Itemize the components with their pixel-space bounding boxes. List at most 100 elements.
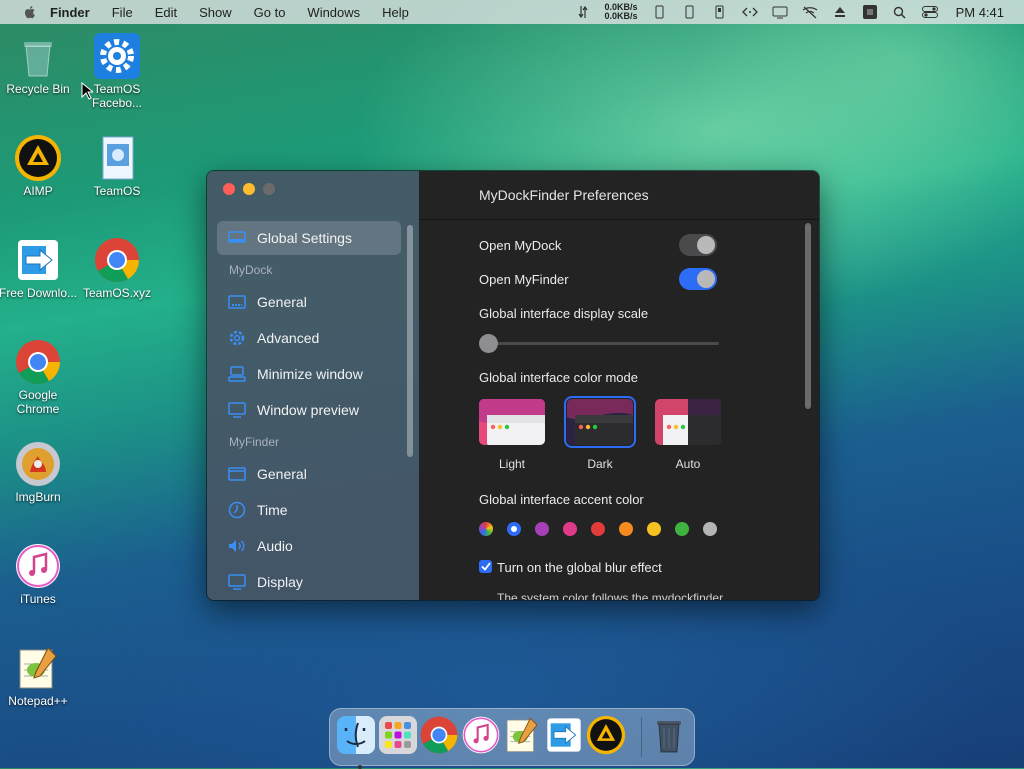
display-icon (227, 572, 247, 592)
open-myfinder-label: Open MyFinder (479, 272, 569, 287)
sidebar-item-display[interactable]: Display (217, 565, 401, 599)
dock-separator (641, 717, 642, 757)
accent-color-yellow[interactable] (647, 522, 661, 536)
running-indicator (358, 765, 362, 769)
search-icon[interactable] (892, 5, 908, 19)
color-mode-auto[interactable] (655, 399, 721, 445)
sidebar-item-mydock-general[interactable]: General (217, 285, 401, 319)
sidebar-item-time[interactable]: Time (217, 493, 401, 527)
selected-indicator (511, 526, 517, 532)
menu-show[interactable]: Show (199, 5, 232, 20)
sidebar-item-label: Audio (257, 538, 293, 554)
sidebar-scrollbar[interactable] (407, 225, 413, 457)
monitor-icon (227, 228, 247, 248)
chrome-icon (14, 338, 62, 386)
accent-color-purple[interactable] (535, 522, 549, 536)
gear-icon (227, 328, 247, 348)
sidebar-item-audio[interactable]: Audio (217, 529, 401, 563)
app-tray-icon[interactable] (862, 5, 878, 19)
dock-app-itunes[interactable] (461, 715, 501, 755)
display-scale-track[interactable] (487, 342, 719, 345)
desktop-icon-imgburn[interactable]: ImgBurn (0, 440, 78, 504)
blur-effect-checkbox[interactable] (479, 560, 492, 573)
accent-color-multicolor[interactable] (479, 522, 493, 536)
minimize-button[interactable] (243, 183, 255, 195)
desktop-icon-aimp[interactable]: AIMP (0, 134, 78, 198)
code-icon[interactable] (741, 5, 758, 19)
menu-edit[interactable]: Edit (155, 5, 177, 20)
apple-menu-icon[interactable] (22, 4, 38, 20)
recycle-bin-icon (14, 32, 62, 80)
desktop-icon-notepadpp[interactable]: Notepad++ (0, 644, 78, 708)
desktop-icon-itunes[interactable]: iTunes (0, 542, 78, 606)
desktop-icon-teamos-xyz[interactable]: TeamOS.xyz (77, 236, 157, 300)
dock-app-trash[interactable] (649, 715, 689, 755)
window-controls (223, 183, 275, 195)
preferences-window: Global Settings MyDock General Advanced … (206, 170, 820, 601)
accent-color-red[interactable] (591, 522, 605, 536)
sidebar-item-label: Minimize window (257, 366, 363, 382)
sidebar-section-mydock: MyDock (229, 263, 273, 277)
desktop-icon-teamos[interactable]: TeamOS (77, 134, 157, 198)
blur-effect-label: Turn on the global blur effect (497, 560, 662, 575)
desktop-icon-recycle-bin[interactable]: Recycle Bin (0, 32, 78, 96)
color-mode-auto-label: Auto (675, 457, 701, 471)
dock-app-free-download-manager[interactable] (544, 715, 584, 755)
monitor-icon[interactable] (772, 5, 788, 19)
dock-app-launchpad[interactable] (378, 715, 418, 755)
sidebar-item-advanced[interactable]: Advanced (217, 321, 401, 355)
accent-color-green[interactable] (675, 522, 689, 536)
content-scrollbar[interactable] (805, 223, 811, 409)
sidebar-item-myfinder-general[interactable]: General (217, 457, 401, 491)
menu-windows[interactable]: Windows (307, 5, 360, 20)
phone-icon[interactable] (652, 5, 668, 19)
dock-app-aimp[interactable] (586, 715, 626, 755)
accent-color-pink[interactable] (563, 522, 577, 536)
sidebar-section-myfinder: MyFinder (229, 435, 280, 449)
control-center-icon[interactable] (921, 5, 938, 19)
desktop-icon-free-download[interactable]: Free Downlo... (0, 236, 78, 300)
gear-icon (93, 32, 141, 80)
wifi-off-icon[interactable] (802, 5, 818, 19)
notepad-icon (506, 717, 538, 753)
aimp-icon (14, 134, 62, 182)
phone-icon-3[interactable] (712, 5, 728, 19)
dock-app-notepadpp[interactable] (502, 715, 542, 755)
network-speed: 0.0KB/s 0.0KB/s (605, 3, 638, 21)
accent-color-graphite[interactable] (703, 522, 717, 536)
dock-app-finder[interactable] (336, 715, 376, 769)
desktop-icon-google-chrome[interactable]: Google Chrome (0, 338, 78, 416)
phone-icon-2[interactable] (682, 5, 698, 19)
zoom-button[interactable] (263, 183, 275, 195)
eject-icon[interactable] (832, 5, 848, 19)
sidebar-item-label: Window preview (257, 402, 359, 418)
music-icon (14, 542, 62, 590)
chrome-icon (420, 716, 458, 754)
display-scale-slider[interactable] (479, 334, 498, 353)
sidebar-item-window-preview[interactable]: Window preview (217, 393, 401, 427)
open-mydock-toggle[interactable] (679, 234, 717, 256)
menu-file[interactable]: File (112, 5, 133, 20)
menu-goto[interactable]: Go to (254, 5, 286, 20)
accent-color-blue[interactable] (507, 522, 521, 536)
sidebar-item-minimize-window[interactable]: Minimize window (217, 357, 401, 391)
dock-app-chrome[interactable] (419, 715, 459, 755)
network-arrows-icon[interactable] (575, 5, 591, 19)
menu-help[interactable]: Help (382, 5, 409, 20)
accent-color-orange[interactable] (619, 522, 633, 536)
color-mode-light[interactable] (479, 399, 545, 445)
chrome-icon (93, 236, 141, 284)
color-mode-dark[interactable] (564, 396, 636, 448)
sidebar-item-label: Display (257, 574, 303, 590)
desktop-icon-label: Free Downlo... (0, 286, 78, 300)
color-mode-light-label: Light (498, 457, 526, 471)
desktop-icon-label: ImgBurn (15, 490, 61, 504)
menu-app-name[interactable]: Finder (50, 5, 90, 20)
color-mode-label: Global interface color mode (479, 370, 638, 385)
menu-clock[interactable]: PM 4:41 (956, 5, 1004, 20)
open-myfinder-toggle[interactable] (679, 268, 717, 290)
sidebar-item-global-settings[interactable]: Global Settings (217, 221, 401, 255)
minimize-window-icon (227, 364, 247, 384)
dock-icon (227, 292, 247, 312)
close-button[interactable] (223, 183, 235, 195)
